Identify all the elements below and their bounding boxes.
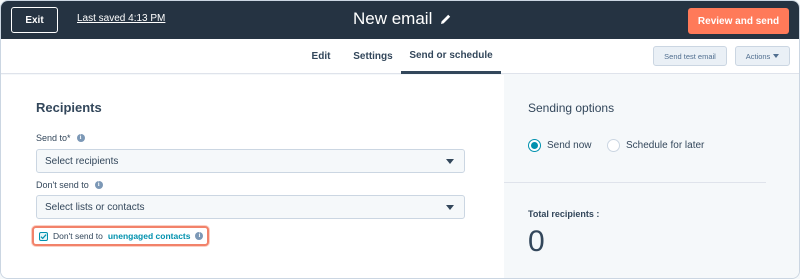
unengaged-checkbox[interactable] [39,231,48,241]
schedule-later-label: Schedule for later [626,140,705,151]
recipients-heading: Recipients [36,100,102,115]
checkmark-icon [40,233,47,239]
info-icon[interactable]: i [195,232,204,240]
dropdown-caret-icon [446,205,454,210]
total-recipients-value: 0 [528,225,545,258]
send-to-value: Select recipients [45,155,119,167]
top-bar: Exit Last saved 4:13 PM New email Review… [1,1,799,39]
review-and-send-button[interactable]: Review and send [688,8,789,34]
dropdown-caret-icon [446,159,454,164]
email-title[interactable]: New email [353,9,432,29]
dont-send-to-label-text: Don't send to [36,180,89,190]
schedule-later-option[interactable]: Schedule for later [607,139,704,152]
pencil-icon[interactable] [440,13,452,25]
schedule-later-radio[interactable] [607,139,620,152]
sending-options-heading: Sending options [528,101,615,115]
send-now-label: Send now [547,140,592,151]
unengaged-contacts-link[interactable]: unengaged contacts [108,231,191,241]
divider [504,182,766,183]
send-to-select[interactable]: Select recipients [36,149,465,173]
send-to-label: Send to* i [36,133,85,143]
last-saved-link[interactable]: Last saved 4:13 PM [77,13,165,24]
info-icon[interactable]: i [76,134,85,142]
send-now-option[interactable]: Send now [528,139,591,152]
tab-edit[interactable]: Edit [304,39,338,74]
actions-label: Actions [745,51,771,61]
dont-send-to-label: Don't send to i [36,180,103,190]
send-now-radio[interactable] [528,139,541,152]
actions-button[interactable]: Actions [735,46,790,66]
email-title-group[interactable]: New email [353,9,452,29]
sending-options-panel: Sending options Send now Schedule for la… [504,75,799,278]
email-editor-window: Exit Last saved 4:13 PM New email Review… [0,0,800,279]
unengaged-prefix: Don't send to [53,231,103,241]
send-test-email-button[interactable]: Send test email [653,46,727,66]
info-icon[interactable]: i [94,181,103,189]
tab-settings[interactable]: Settings [349,39,397,74]
radio-dot [531,142,538,149]
exit-button[interactable]: Exit [11,7,58,33]
unengaged-contacts-option[interactable]: Don't send to unengaged contacts i [32,226,209,246]
dont-send-to-value: Select lists or contacts [45,201,145,213]
tab-send-or-schedule[interactable]: Send or schedule [401,39,501,74]
total-recipients-label: Total recipients : [528,209,600,219]
dont-send-to-select[interactable]: Select lists or contacts [36,195,465,219]
chevron-down-icon [773,54,780,58]
recipients-panel: Recipients Send to* i Select recipients … [1,75,504,278]
send-to-label-text: Send to* [36,133,71,143]
